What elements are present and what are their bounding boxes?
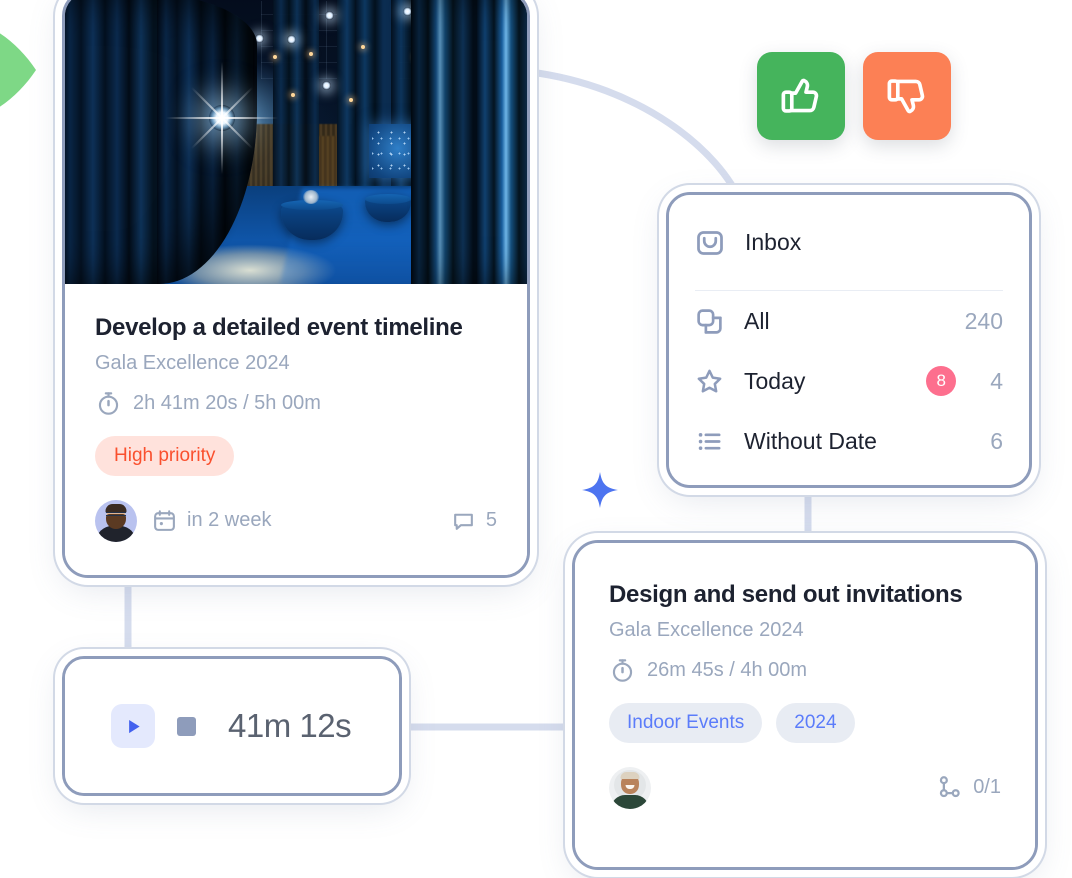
- warm-light: [349, 98, 353, 102]
- avatar-assignee[interactable]: [95, 499, 137, 542]
- time-tracked-value: 26m 45s / 4h 00m: [647, 658, 808, 681]
- comment-icon: [454, 513, 473, 530]
- timer-inner: 41m 12s: [65, 659, 399, 793]
- warm-light: [361, 45, 365, 49]
- task-card-inner: Design and send out invitations Gala Exc…: [575, 543, 1035, 867]
- task-project-name: Gala Excellence 2024: [609, 618, 804, 641]
- timer-elapsed: 41m 12s: [228, 707, 352, 744]
- time-tracking-row: 26m 45s / 4h 00m: [609, 657, 1001, 684]
- sparkle-star-icon: [582, 472, 618, 508]
- inbox-item-today[interactable]: Today 8 4: [695, 351, 1003, 411]
- curtain-right: [411, 0, 527, 284]
- feedback-button-group: [757, 52, 951, 140]
- inbox-item-label: All: [744, 307, 770, 334]
- spotlight: [287, 35, 296, 44]
- task-card-event-timeline[interactable]: Develop a detailed event timeline Gala E…: [62, 0, 530, 578]
- priority-row: High priority: [95, 435, 497, 476]
- status-badge-priority[interactable]: High priority: [95, 435, 235, 476]
- inbox-item-count: 6: [990, 427, 1003, 454]
- tag-row: Indoor Events 2024: [609, 702, 1001, 743]
- warm-light: [309, 52, 313, 56]
- stopwatch-icon: [612, 658, 633, 682]
- inbox-item-count: 4: [990, 367, 1003, 394]
- tag-chip[interactable]: 2024: [776, 702, 855, 743]
- thumbs-up-icon: [781, 78, 819, 113]
- avatar-assignee[interactable]: [609, 766, 651, 809]
- due-date-label: in 2 week: [187, 509, 272, 532]
- time-tracking-row: 2h 41m 20s / 5h 00m: [95, 390, 497, 417]
- table-centerpiece: [303, 190, 319, 204]
- warm-light: [291, 93, 295, 97]
- inbox-item-label: Without Date: [744, 427, 877, 454]
- inbox-item-label: Today: [744, 367, 806, 394]
- list-icon: [698, 432, 721, 450]
- inbox-item-all[interactable]: All 240: [695, 291, 1003, 351]
- task-meta-row: in 2 week 5: [95, 499, 497, 542]
- curtain-mid-a: [273, 0, 319, 199]
- inbox-inner: Inbox All 240 Today 8 4 Without Date 6: [669, 195, 1029, 485]
- subtask-count: 0/1: [973, 776, 1001, 799]
- play-button[interactable]: [111, 704, 155, 748]
- due-date-chip[interactable]: in 2 week: [152, 508, 272, 533]
- copy-layers-icon: [697, 308, 722, 334]
- time-tracked-value: 2h 41m 20s / 5h 00m: [133, 391, 321, 414]
- inbox-item-without-date[interactable]: Without Date 6: [695, 411, 1003, 471]
- spotlight: [325, 11, 334, 20]
- play-icon: [128, 719, 140, 733]
- task-cover-image: [65, 0, 527, 284]
- inbox-tray-icon: [697, 230, 723, 255]
- thumbs-down-icon: [887, 79, 925, 114]
- tag-chip[interactable]: Indoor Events: [609, 702, 763, 743]
- subtask-branch-icon: [940, 776, 960, 798]
- calendar-icon: [154, 510, 175, 532]
- task-title: Develop a detailed event timeline: [95, 314, 463, 341]
- notification-badge: 8: [926, 366, 957, 396]
- inbox-panel[interactable]: Inbox All 240 Today 8 4 Without Date 6: [666, 192, 1032, 488]
- task-card-inner: Develop a detailed event timeline Gala E…: [65, 0, 527, 575]
- stopwatch-icon: [98, 391, 119, 415]
- thumbs-down-button[interactable]: [863, 52, 951, 140]
- subtask-chip[interactable]: 0/1: [936, 774, 1001, 801]
- inbox-item-count: 240: [964, 307, 1003, 334]
- task-card-invitations[interactable]: Design and send out invitations Gala Exc…: [572, 540, 1038, 870]
- inbox-header-label: Inbox: [745, 229, 802, 255]
- star-icon: [697, 369, 722, 393]
- thumbs-up-button[interactable]: [757, 52, 845, 140]
- timer-widget[interactable]: 41m 12s: [62, 656, 402, 796]
- comment-count: 5: [485, 509, 497, 532]
- task-card-body: Develop a detailed event timeline Gala E…: [65, 284, 527, 575]
- task-project-name: Gala Excellence 2024: [95, 351, 290, 374]
- task-meta-row: 0/1: [609, 766, 1001, 809]
- stop-button[interactable]: [177, 716, 196, 736]
- inbox-header[interactable]: Inbox: [695, 195, 1003, 291]
- spotlight: [322, 81, 331, 90]
- comment-chip[interactable]: 5: [451, 508, 497, 533]
- canvas: Develop a detailed event timeline Gala E…: [0, 0, 1072, 878]
- cursor-pointer-icon: [0, 33, 36, 107]
- task-title: Design and send out invitations: [609, 581, 963, 608]
- warm-light: [273, 55, 277, 59]
